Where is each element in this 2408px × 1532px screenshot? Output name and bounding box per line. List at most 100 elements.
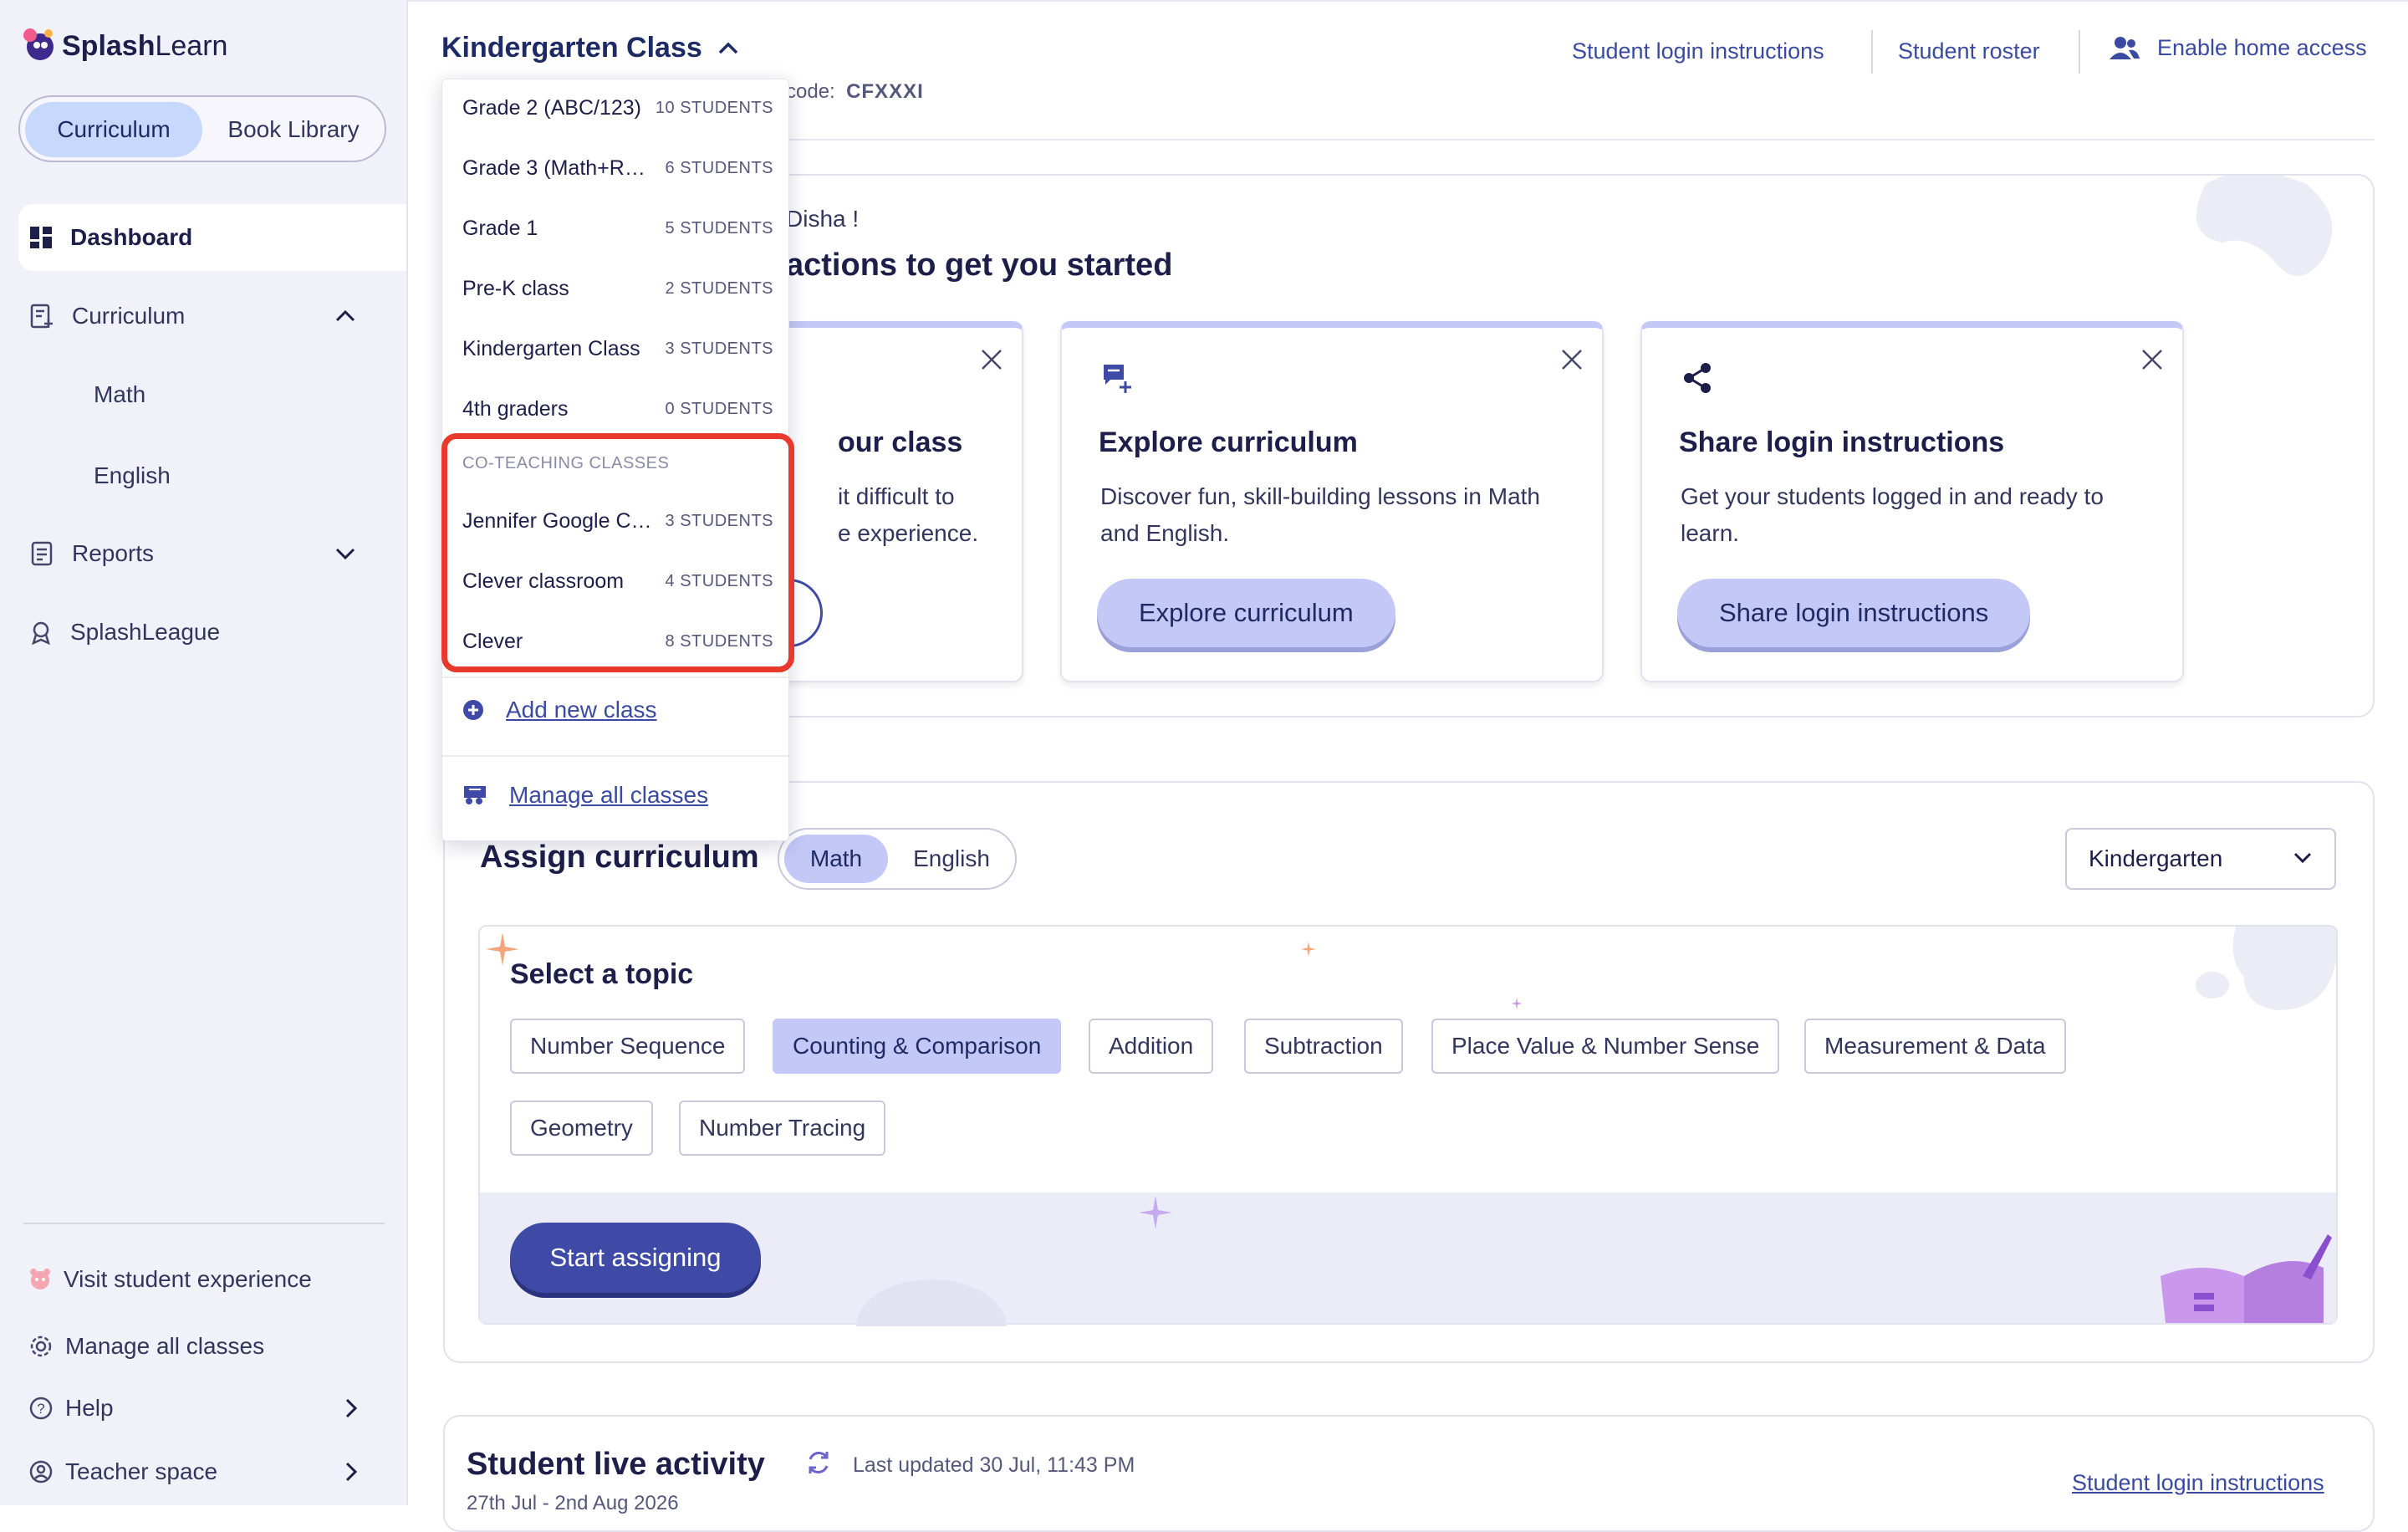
teacher-space-menu[interactable]: Teacher space [28,1447,380,1497]
card-description: Discover fun, skill-building lessons in … [1100,478,1585,552]
sidebar-item-label: Dashboard [70,224,193,250]
sidebar-item-label: Curriculum [72,303,186,329]
card-description-line: e experience. [838,520,979,546]
card-description-line: and English. [1100,520,1230,546]
enable-home-access-link[interactable]: Enable home access [2109,35,2367,61]
class-code-label: code: [786,80,835,103]
help-menu[interactable]: ? Help [28,1383,380,1433]
manage-all-classes-link[interactable]: Manage all classes [28,1321,380,1371]
class-option-name: Kindergarten Class [462,336,640,360]
class-option-selected[interactable]: Kindergarten Class 3 STUDENTS [462,332,773,365]
subject-math-tab[interactable]: Math [784,835,888,883]
sidebar-item-english[interactable]: English [94,462,171,489]
topic-chip[interactable]: Subtraction [1244,1019,1403,1074]
sidebar-item-splashleague[interactable]: SplashLeague [18,599,406,666]
grade-select-value: Kindergarten [2089,845,2223,871]
manage-all-classes-dropdown-label: Manage all classes [509,782,709,808]
grade-select[interactable]: Kindergarten [2065,828,2336,890]
curriculum-tab[interactable]: Curriculum [25,102,202,157]
chevron-up-icon[interactable] [334,309,356,323]
topic-chip[interactable]: Place Value & Number Sense [1431,1019,1780,1074]
topic-chip[interactable]: Addition [1089,1019,1214,1074]
header-separator [2079,30,2080,74]
card-description-line: it difficult to [838,483,955,509]
class-title: Kindergarten Class [441,32,702,64]
refresh-icon[interactable] [804,1448,833,1477]
topic-chip[interactable]: Number Tracing [679,1100,886,1156]
chevron-right-icon [345,1398,358,1418]
topic-chip[interactable]: Measurement & Data [1804,1019,2066,1074]
top-border [406,0,2408,2]
chevron-down-icon[interactable] [334,547,356,560]
help-icon: ? [29,1397,53,1420]
chevron-up-icon [718,42,738,54]
gear-icon [30,1335,52,1357]
class-option[interactable]: Grade 2 (ABC/123) 10 STUDENTS [462,91,773,125]
card-description: Get your students logged in and ready to… [1681,478,2166,552]
topic-chip[interactable]: Number Sequence [510,1019,746,1074]
class-selector[interactable]: Kindergarten Class [441,32,739,64]
sidebar-item-reports[interactable]: Reports [18,520,406,587]
reports-icon [31,541,53,566]
card-title: Explore curriculum [1099,426,1358,458]
add-new-class-link[interactable]: Add new class [462,697,657,723]
live-login-instructions-link[interactable]: Student login instructions [2072,1470,2324,1496]
class-option-count: 6 STUDENTS [665,158,773,177]
share-login-card: Share login instructions Get your studen… [1640,321,2184,682]
sidebar-item-math[interactable]: Math [94,381,145,408]
manage-all-classes-dropdown-link[interactable]: Manage all classes [462,782,708,809]
class-option-name: Grade 1 [462,216,538,240]
manage-all-classes-label: Manage all classes [65,1333,265,1359]
sidebar-item-curriculum[interactable]: Curriculum [18,283,406,350]
student-login-instructions-link[interactable]: Student login instructions [1572,38,1824,64]
student-roster-link[interactable]: Student roster [1898,38,2040,64]
brand-bold: Splash [62,29,156,62]
date-range: 27th Jul - 2nd Aug 2026 [467,1492,679,1514]
greeting: Disha ! [786,206,860,232]
topic-chip[interactable]: Geometry [510,1100,653,1156]
class-option[interactable]: Grade 1 5 STUDENTS [462,212,773,245]
last-updated-text: Last updated 30 Jul, 11:43 PM [853,1453,1135,1477]
decorative-blob [856,1279,1007,1326]
sidebar-item-dashboard[interactable]: Dashboard [18,204,406,271]
dropdown-divider [442,755,788,757]
splashlearn-logo[interactable]: SplashLearn [18,25,227,67]
close-icon[interactable] [2140,348,2164,371]
explore-curriculum-card: Explore curriculum Discover fun, skill-b… [1060,321,1604,682]
quick-actions-heading: actions to get you started [786,248,1173,283]
select-topic-heading: Select a topic [510,958,694,990]
dashboard-icon [30,227,52,248]
class-option-count: 5 STUDENTS [665,218,773,237]
close-icon[interactable] [1560,348,1584,371]
dropdown-divider [442,677,788,678]
curriculum-add-icon [1104,365,1131,393]
class-option[interactable]: Grade 3 (Math+R… 6 STUDENTS [462,151,773,185]
class-option-name: Grade 2 (ABC/123) [462,95,641,120]
classroom-icon [464,786,486,804]
card-description-line: Discover fun, skill-building lessons in … [1100,483,1540,509]
share-login-instructions-button[interactable]: Share login instructions [1677,579,2031,647]
explore-curriculum-button[interactable]: Explore curriculum [1097,579,1395,647]
class-code-value: CFXXXI [846,80,924,103]
user-circle-icon [29,1460,53,1483]
visit-student-experience-label: Visit student experience [64,1266,312,1292]
live-activity-heading: Student live activity [467,1447,765,1482]
class-code: code: CFXXXI [786,80,924,104]
class-option-count: 2 STUDENTS [665,278,773,298]
add-new-class-label: Add new class [506,697,657,723]
sidebar-item-label: Reports [72,540,155,566]
card-description: it difficult to e experience. [838,478,1022,552]
visit-student-experience-link[interactable]: Visit student experience [28,1254,380,1305]
teacher-space-label: Teacher space [65,1458,218,1484]
card-description-line: Get your students logged in and ready to [1681,483,2104,509]
class-option-count: 3 STUDENTS [665,339,773,358]
class-option-count: 10 STUDENTS [655,98,773,117]
class-option[interactable]: 4th graders 0 STUDENTS [462,392,773,426]
start-assigning-button[interactable]: Start assigning [510,1223,761,1293]
close-icon[interactable] [980,348,1003,371]
class-option[interactable]: Pre-K class 2 STUDENTS [462,272,773,305]
topic-chip-active[interactable]: Counting & Comparison [773,1019,1062,1074]
subject-english-tab[interactable]: English [901,835,1002,883]
users-icon [2110,36,2140,59]
book-library-tab[interactable]: Book Library [207,102,380,157]
